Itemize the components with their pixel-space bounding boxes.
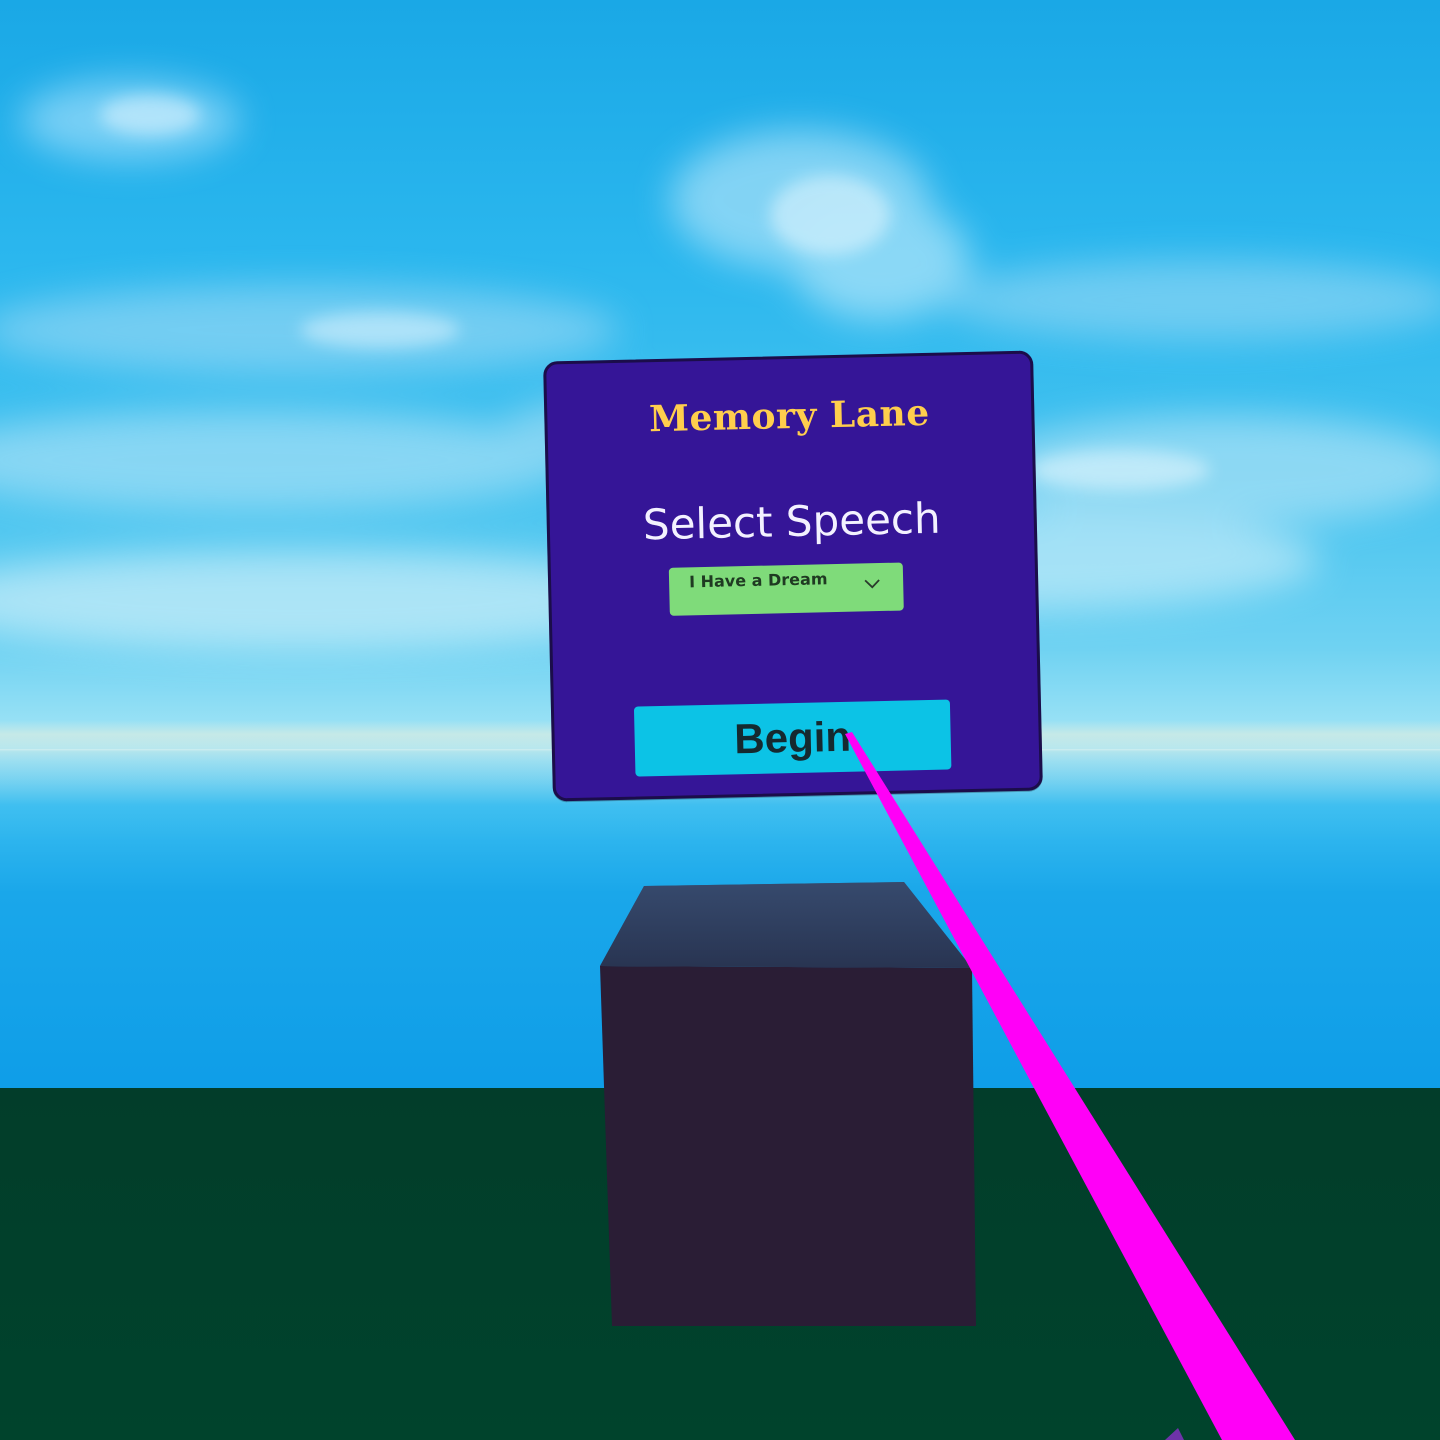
select-speech-heading: Select Speech [642, 493, 942, 550]
speech-select-dropdown[interactable]: I Have a Dream [668, 562, 904, 616]
chevron-down-icon [864, 579, 880, 589]
begin-button[interactable]: Begin [633, 699, 952, 777]
vr-scene: Memory Lane Select Speech I Have a Dream… [0, 0, 1440, 1440]
speech-select-value: I Have a Dream [688, 569, 828, 592]
main-menu-panel: Memory Lane Select Speech I Have a Dream… [543, 350, 1043, 802]
app-title: Memory Lane [648, 391, 931, 441]
cube-pedestal [600, 882, 976, 1326]
